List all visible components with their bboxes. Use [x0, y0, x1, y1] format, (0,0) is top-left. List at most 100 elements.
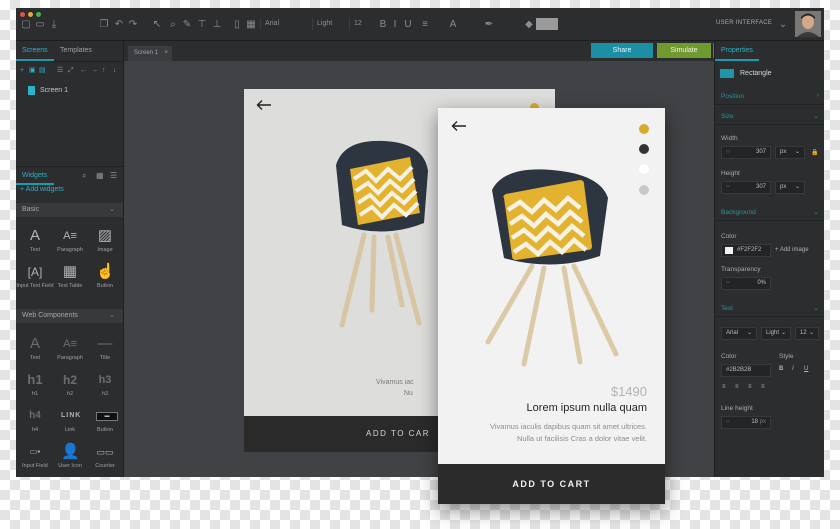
grid-icon[interactable]: ▦ [246, 20, 256, 30]
product-card-mockup[interactable]: $1490 Lorem ipsum nulla quam Vivamus iac… [438, 108, 665, 504]
web-widget-h4[interactable]: h4 h4 [18, 407, 52, 441]
chevron-down-icon[interactable]: ⌄ [778, 20, 788, 30]
widget-image[interactable]: ▨ Image [88, 227, 122, 261]
height-input[interactable]: ‹› 307 [721, 181, 771, 194]
undo-icon[interactable]: ↶ [114, 20, 124, 30]
text-size-select[interactable]: 12 ⌄ [795, 327, 819, 340]
size-section[interactable]: Size ⌄ [715, 110, 824, 125]
text-align-icon[interactable]: ≡ [420, 20, 430, 30]
list-view-icon[interactable]: ☰ [57, 67, 64, 74]
add-screen-icon[interactable]: + [20, 67, 27, 74]
web-widget-text[interactable]: A Text [18, 335, 52, 369]
back-arrow-icon[interactable] [256, 99, 272, 111]
download-icon[interactable]: ⤓ [49, 20, 59, 30]
align-left-icon[interactable]: ≡ [722, 384, 726, 390]
web-widget-h1[interactable]: h1 h1 [18, 371, 52, 405]
line-height-input[interactable]: ‹› 18 px [721, 416, 771, 429]
close-icon[interactable]: × [164, 46, 168, 61]
new-file-icon[interactable]: ▢ [21, 20, 31, 30]
add-folder-icon[interactable]: ▤ [39, 67, 46, 74]
expand-icon[interactable]: ⤢ [68, 67, 75, 74]
background-section[interactable]: Background ⌄ [715, 206, 824, 221]
back-arrow-icon[interactable] [451, 120, 467, 132]
web-widget-counter[interactable]: ▭▭ Counter [88, 443, 122, 477]
bold-button[interactable]: B [779, 366, 783, 372]
open-folder-icon[interactable]: ▭ [35, 20, 45, 30]
italic-icon[interactable]: I [390, 20, 400, 30]
widget-text-table[interactable]: ▦ Text Table [53, 263, 87, 297]
search-icon[interactable]: ⌕ [82, 171, 86, 181]
text-color-input[interactable]: #2B2B2B [721, 364, 771, 377]
fill-icon[interactable]: ◆ [524, 20, 534, 30]
height-unit-select[interactable]: px ⌄ [775, 181, 805, 194]
web-widget-h2[interactable]: h2 h2 [53, 371, 87, 405]
lock-icon[interactable]: 🔒 [811, 149, 818, 156]
width-unit-select[interactable]: px ⌄ [775, 146, 805, 159]
arrow-left-icon[interactable]: ← [80, 67, 87, 74]
underline-icon[interactable]: U [403, 20, 413, 30]
toolbar-font-size[interactable]: 12 [349, 18, 374, 30]
grid-view-icon[interactable]: ▦ [96, 171, 104, 180]
tab-properties[interactable]: Properties [721, 47, 753, 54]
widgets-title[interactable]: Widgets [22, 172, 47, 179]
pointer-icon[interactable]: ↖ [152, 20, 162, 30]
arrow-down-icon[interactable]: ↓ [113, 67, 120, 74]
grey-swatch[interactable] [639, 185, 649, 195]
widget-button[interactable]: ☝ Button [88, 263, 122, 297]
toolbar-font-family[interactable]: Arial [260, 18, 311, 30]
web-widget-button[interactable]: ▬ Button [88, 407, 122, 441]
black-swatch[interactable] [639, 144, 649, 154]
web-widget-link[interactable]: LINK Link [53, 407, 87, 441]
transparency-input[interactable]: ‹› 0% [721, 277, 771, 290]
copy-icon[interactable]: ❐ [99, 20, 109, 30]
add-widgets-link[interactable]: + Add widgets [20, 186, 64, 193]
simulate-button[interactable]: Simulate [657, 43, 711, 58]
align-center-icon[interactable]: ≡ [735, 384, 739, 390]
screen-list-item[interactable]: Screen 1 [20, 84, 120, 98]
redo-icon[interactable]: ↷ [128, 20, 138, 30]
text-section[interactable]: Text ⌄ [715, 302, 824, 317]
workspace-selector[interactable]: USER INTERFACE [716, 20, 772, 26]
web-widget-paragraph[interactable]: A≡ Paragraph [53, 335, 87, 369]
white-swatch[interactable] [639, 164, 649, 174]
user-avatar[interactable] [795, 11, 821, 37]
italic-button[interactable]: I [792, 366, 794, 372]
fill-color-swatch[interactable] [536, 18, 558, 30]
text-font-select[interactable]: Arial ⌄ [721, 327, 757, 340]
widget-text[interactable]: A Text [18, 227, 52, 261]
eyedropper-icon[interactable]: ✒ [484, 20, 494, 30]
yellow-swatch[interactable] [639, 124, 649, 134]
device-icon[interactable]: ▯ [232, 20, 242, 30]
tab-screen-1[interactable]: Screen 1 × [128, 46, 172, 61]
bold-icon[interactable]: B [378, 20, 388, 30]
web-components-section-header[interactable]: Web Components ⌄ [16, 309, 123, 323]
web-widget-user-icon[interactable]: 👤 User Icon [53, 443, 87, 477]
background-color-input[interactable]: #F2F2F2 [721, 244, 771, 257]
toolbar-font-weight[interactable]: Light [312, 18, 347, 30]
widget-input-text-field[interactable]: [A] Input Text Field [16, 263, 53, 297]
text-weight-select[interactable]: Light ⌄ [761, 327, 791, 340]
text-color-icon[interactable]: A [448, 20, 458, 30]
position-section[interactable]: Position › [715, 90, 824, 105]
minimize-window-button[interactable] [28, 12, 33, 17]
eraser-icon[interactable]: ✎ [182, 20, 192, 30]
tab-screens[interactable]: Screens [22, 47, 48, 54]
list-view-icon[interactable]: ☰ [110, 171, 117, 180]
align-icon[interactable]: ⊥ [212, 20, 222, 30]
arrow-up-icon[interactable]: ↑ [102, 67, 109, 74]
web-widget-input-field[interactable]: ▭▪ Input Field [18, 443, 52, 477]
add-image-icon[interactable]: ▣ [29, 67, 36, 74]
zoom-icon[interactable]: ⌕ [168, 20, 178, 30]
arrow-right-icon[interactable]: → [91, 67, 98, 74]
widget-paragraph[interactable]: A≡ Paragraph [53, 227, 87, 261]
maximize-window-button[interactable] [36, 12, 41, 17]
align-right-icon[interactable]: ≡ [748, 384, 752, 390]
close-window-button[interactable] [20, 12, 25, 17]
share-button[interactable]: Share [591, 43, 653, 58]
format-painter-icon[interactable]: ⊤ [197, 20, 207, 30]
web-widget-h3[interactable]: h3 h3 [88, 371, 122, 405]
underline-button[interactable]: U [804, 366, 808, 372]
web-widget-title[interactable]: — Title [88, 335, 122, 369]
tab-templates[interactable]: Templates [60, 47, 92, 54]
width-input[interactable]: ‹› 307 [721, 146, 771, 159]
